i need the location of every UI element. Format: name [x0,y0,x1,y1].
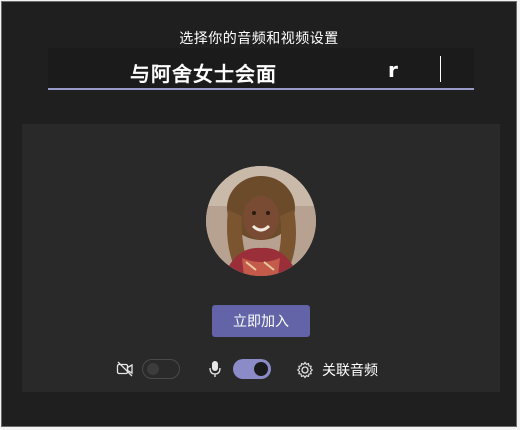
camera-toggle[interactable] [142,359,180,379]
video-preview-panel: 立即加入 关联音频 [22,124,500,392]
microphone-icon [208,360,222,382]
gear-icon[interactable] [296,361,314,383]
pre-join-dialog: 选择你的音频和视频设置 与阿舍女士会面 r 立即加入 关联音频 [1,1,517,427]
device-controls: 关联音频 [22,356,500,384]
microphone-toggle[interactable] [233,359,271,379]
meeting-title: 与阿舍女士会面 [130,62,277,86]
camera-off-icon [116,360,134,382]
meeting-title-field[interactable]: 与阿舍女士会面 r [48,48,474,90]
settings-subtitle: 选择你的音频和视频设置 [179,31,339,47]
connect-audio-label[interactable]: 关联音频 [322,360,378,380]
microphone-toggle-knob [254,362,268,376]
text-caret [440,56,441,82]
join-now-button[interactable]: 立即加入 [212,305,310,337]
avatar [206,166,316,276]
meeting-title-suffix: r [388,58,398,82]
camera-toggle-knob [147,363,159,375]
user-avatar-photo [206,166,316,276]
